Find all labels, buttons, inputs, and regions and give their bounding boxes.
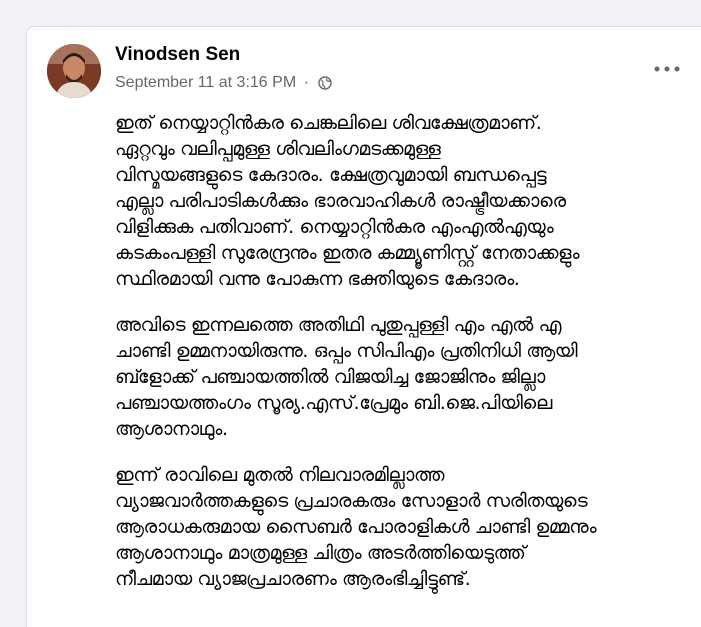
post-line: എല്ലാ പരിപാടികൾക്കും ഭാരവാഹികൾ രാഷ്ട്രീയ…	[115, 190, 566, 212]
meta-separator: ·	[303, 74, 309, 91]
post-line: വിസ്മയങ്ങളുടെ കേദാരം. ക്ഷേത്രവുമായി ബന്ധ…	[115, 164, 547, 186]
post-line: നീചമായ വ്യാജപ്രചാരണം ആരംഭിച്ചിട്ടുണ്ട്.	[115, 568, 471, 590]
more-options-button[interactable]	[647, 57, 687, 81]
more-options-icon	[654, 66, 680, 72]
post-line: അവിടെ ഇന്നലത്തെ അതിഥി പുതുപ്പള്ളി എം എൽ …	[115, 314, 562, 336]
post-meta: September 11 at 3:16 PM ·	[115, 74, 333, 92]
post-line: ഏറ്റവും വലിപ്പമുള്ള ശിവലിംഗമടക്കമുള്ള	[115, 138, 441, 160]
avatar-portrait-image	[47, 44, 101, 98]
post-line: ആശാനാഥും മാത്രമുള്ള ചിത്രം അടർത്തിയെടുത്…	[115, 542, 526, 564]
post-line: വിളിക്കുക പതിവാണ്. നെയ്യാറ്റിൻകര എംഎൽഎയു…	[115, 216, 554, 238]
post-line: സ്ഥിരമായി വന്നു പോകുന്ന ഭക്തിയുടെ കേദാരം…	[115, 268, 520, 290]
author-avatar[interactable]	[47, 44, 101, 98]
post-timestamp[interactable]: September 11 at 3:16 PM	[115, 74, 296, 91]
author-name[interactable]: Vinodsen Sen	[115, 44, 240, 66]
post-line: ആശാനാഥും.	[115, 418, 228, 440]
post-line: ഇന്ന് രാവിലെ മുതൽ നിലവാരമില്ലാത്ത	[115, 464, 445, 486]
post-line: ചാണ്ടി ഉമ്മനായിരുന്നു. ഒപ്പം സിപിഎം പ്രത…	[115, 340, 578, 362]
post-paragraph-2: അവിടെ ഇന്നലത്തെ അതിഥി പുതുപ്പള്ളി എം എൽ …	[115, 312, 701, 442]
post-paragraph-3: ഇന്ന് രാവിലെ മുതൽ നിലവാരമില്ലാത്ത വ്യാജവ…	[115, 462, 701, 592]
post-paragraph-1: ഇത് നെയ്യാറ്റിൻകര ചെങ്കലിലെ ശിവക്ഷേത്രമാ…	[115, 110, 701, 292]
post-line: ബ്ളോക്ക് പഞ്ചായത്തിൽ വിജയിച്ച ജോജിനും ജി…	[115, 366, 545, 388]
post-body: ഇത് നെയ്യാറ്റിൻകര ചെങ്കലിലെ ശിവക്ഷേത്രമാ…	[115, 110, 701, 612]
post-line: കടകംപള്ളി സുരേന്ദ്രനും ഇതര കമ്മ്യൂണിസ്റ്…	[115, 242, 580, 264]
post-card: Vinodsen Sen September 11 at 3:16 PM · ഇ…	[26, 26, 701, 627]
post-line: പഞ്ചായത്തംഗം സൂര്യ.എസ്.പ്രേമും ബി.ജെ.പിയ…	[115, 392, 552, 414]
post-line: ഇത് നെയ്യാറ്റിൻകര ചെങ്കലിലെ ശിവക്ഷേത്രമാ…	[115, 112, 542, 134]
post-line: ആരാധകരുമായ സൈബർ പോരാളികൾ ചാണ്ടി ഉമ്മനും	[115, 516, 597, 538]
globe-icon[interactable]	[318, 76, 333, 90]
post-line: വ്യാജവാർത്തകളുടെ പ്രചാരകരും സോളാർ സരിതയു…	[115, 490, 588, 512]
